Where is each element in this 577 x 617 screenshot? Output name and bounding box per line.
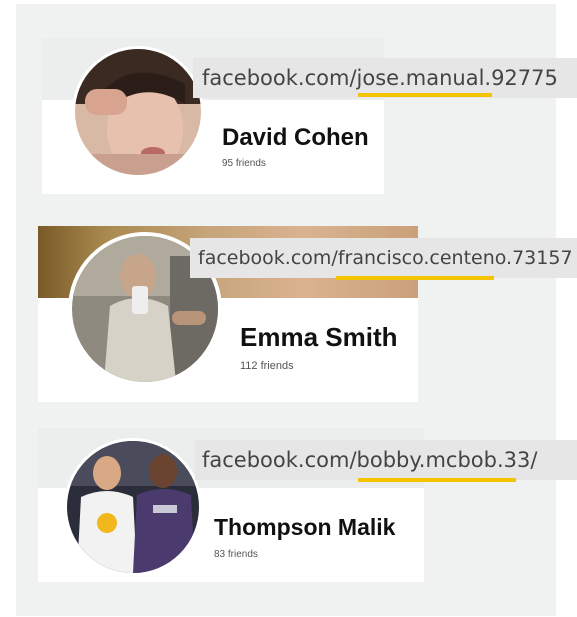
profile-name[interactable]: Thompson Malik bbox=[214, 514, 395, 541]
highlight-underline bbox=[358, 93, 492, 97]
profile-avatar[interactable] bbox=[64, 438, 202, 576]
friends-count[interactable]: 95 friends bbox=[222, 158, 266, 169]
url-prefix: facebook.com/ bbox=[198, 247, 338, 269]
friends-count[interactable]: 112 friends bbox=[240, 360, 294, 372]
profile-url: facebook.com/bobby.mcbob.33/ bbox=[195, 440, 577, 480]
profile-url: facebook.com/francisco.centeno.73157 bbox=[190, 238, 577, 278]
profile-avatar[interactable] bbox=[72, 46, 204, 178]
profile-url: facebook.com/jose.manual.92775 bbox=[193, 58, 577, 98]
highlight-underline bbox=[336, 276, 494, 280]
url-handle: bobby.mcbob.33/ bbox=[356, 448, 538, 472]
profile-name[interactable]: David Cohen bbox=[222, 124, 369, 152]
url-prefix: facebook.com/ bbox=[202, 66, 357, 90]
url-prefix: facebook.com/ bbox=[202, 448, 357, 472]
friends-count[interactable]: 83 friends bbox=[214, 549, 258, 560]
url-handle: francisco.centeno.73157 bbox=[337, 247, 573, 269]
highlight-underline bbox=[358, 478, 516, 482]
url-handle: jose.manual.92775 bbox=[356, 66, 558, 90]
profile-name[interactable]: Emma Smith bbox=[240, 322, 398, 353]
